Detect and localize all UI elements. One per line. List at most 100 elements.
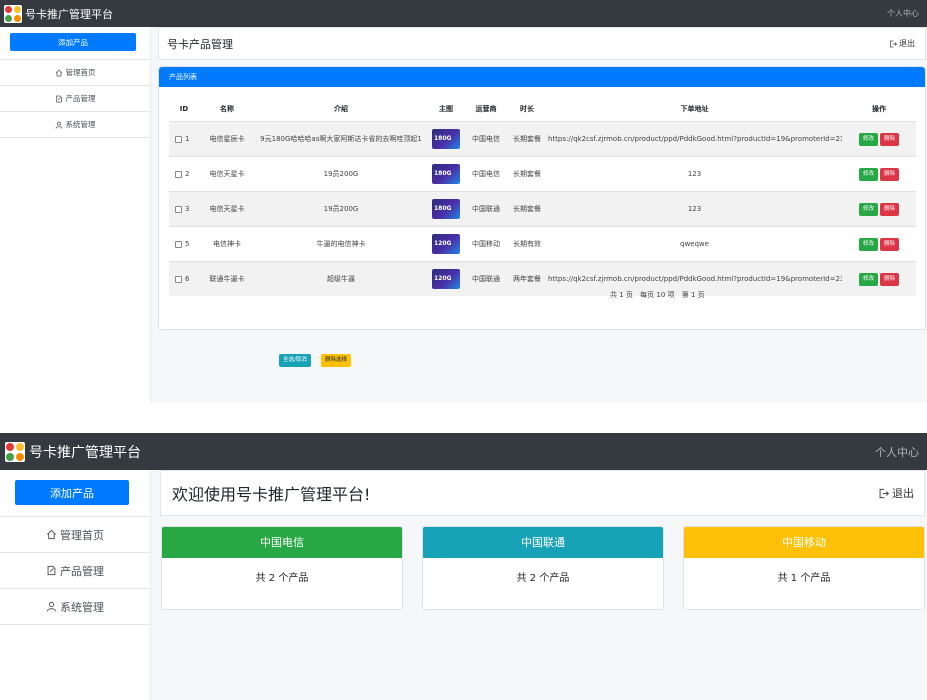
actions-cell: 修改 删除 — [842, 261, 916, 296]
edit-button[interactable]: 修改 — [858, 202, 878, 216]
id-cell: 1 — [169, 121, 199, 157]
delete-button[interactable]: 删除 — [880, 237, 900, 251]
url-cell: 123 — [547, 156, 842, 192]
logout-label: 退出 — [892, 487, 914, 500]
product-thumbnail: 180G — [432, 129, 460, 149]
image-cell: 120G — [427, 226, 465, 262]
edit-button[interactable]: 修改 — [858, 132, 878, 146]
name-cell: 联通牛逼卡 — [199, 261, 255, 296]
operator-card-title: 中国联通 — [423, 527, 663, 558]
delete-selected-button[interactable]: 删除选择 — [321, 354, 352, 367]
edit-button[interactable]: 修改 — [858, 272, 878, 286]
table-row: 1 电信星辰卡 9元180G哈哈哈as啊大家阿斯达卡省的去啊哇顶起1 180G … — [169, 121, 916, 157]
duration-cell: 长期套餐 — [507, 191, 547, 227]
delete-button[interactable]: 删除 — [880, 132, 900, 146]
dashboard-screen: 号卡推广管理平台 个人中心 添加产品 管理首页 产品管理 系统管理 欢迎使用号卡… — [0, 433, 927, 700]
image-cell: 120G — [427, 261, 465, 296]
app-title: 号卡推广管理平台 — [29, 444, 141, 461]
user-center-link[interactable]: 个人中心 — [875, 444, 919, 460]
delete-button[interactable]: 删除 — [880, 272, 900, 286]
sidebar-item-label: 产品管理 — [60, 564, 104, 578]
logout-button[interactable]: 退出 — [878, 485, 914, 501]
row-checkbox[interactable] — [175, 205, 182, 213]
operator-card-title: 中国电信 — [162, 527, 402, 558]
column-header: 操作 — [872, 105, 886, 113]
url-cell: 123 — [547, 191, 842, 227]
image-cell: 180G — [427, 121, 465, 157]
actions-cell: 修改 删除 — [842, 156, 916, 192]
operator-card-mobile[interactable]: 中国移动 共 1 个产品 — [683, 526, 925, 610]
edit-button[interactable]: 修改 — [858, 167, 878, 181]
row-checkbox[interactable] — [175, 275, 182, 283]
duration-cell: 长期有效 — [507, 226, 547, 262]
sidebar-item-home[interactable]: 管理首页 — [0, 517, 150, 553]
row-checkbox[interactable] — [175, 240, 182, 248]
column-header: 介绍 — [334, 105, 348, 113]
row-checkbox[interactable] — [175, 170, 182, 178]
column-header: ID — [179, 105, 189, 113]
row-id: 2 — [185, 170, 190, 178]
add-product-button[interactable]: 添加产品 — [15, 480, 129, 505]
pager-total-pages: 共 1 页 — [610, 291, 633, 299]
operator-card-count: 共 1 个产品 — [777, 573, 831, 584]
id-cell: 6 — [169, 261, 199, 296]
name-cell: 电信天星卡 — [199, 156, 255, 192]
sidebar-item-products[interactable]: 产品管理 — [0, 553, 150, 589]
sidebar-item-system[interactable]: 系统管理 — [0, 589, 150, 625]
name-cell: 电信天星卡 — [199, 191, 255, 227]
row-checkbox[interactable] — [175, 135, 182, 143]
product-table: ID 名称 介绍 主图 运营商 时长 下单地址 操作 1 电信星辰卡 9元180… — [169, 97, 916, 296]
sidebar: 添加产品 管理首页 产品管理 系统管理 — [0, 470, 151, 700]
add-product-button[interactable]: 添加产品 — [10, 33, 136, 51]
sidebar-item-label: 管理首页 — [65, 68, 96, 77]
table-header-row: ID 名称 介绍 主图 运营商 时长 下单地址 操作 — [169, 97, 916, 122]
sidebar-item-label: 系统管理 — [65, 120, 96, 129]
user-icon — [46, 601, 57, 612]
home-icon — [47, 529, 56, 540]
sidebar-menu: 管理首页 产品管理 系统管理 — [0, 516, 150, 625]
operator-card-telecom[interactable]: 中国电信 共 2 个产品 — [161, 526, 403, 610]
table-row: 3 电信天星卡 19员200G 180G 中国联通 长期套餐 123 修改 删除 — [169, 191, 916, 227]
select-all-button[interactable]: 全选/取消 — [279, 354, 311, 367]
url-cell: https://qk2csf.zjrmob.cn/product/ppd/Pdd… — [547, 121, 842, 157]
column-header: 名称 — [220, 105, 234, 113]
sidebar-menu: 管理首页 产品管理 系统管理 — [0, 59, 150, 138]
product-thumbnail: 180G — [432, 199, 460, 219]
logout-label: 退出 — [899, 39, 915, 48]
name-cell: 电信星辰卡 — [199, 121, 255, 157]
app-title: 号卡推广管理平台 — [25, 7, 113, 21]
row-id: 1 — [185, 135, 190, 143]
page-header: 号卡产品管理 退出 — [158, 27, 926, 60]
operator-card-count: 共 2 个产品 — [516, 573, 570, 584]
duration-cell: 两年套餐 — [507, 261, 547, 296]
table-row: 2 电信天星卡 19员200G 180G 中国电信 长期套餐 123 修改 删除 — [169, 156, 916, 192]
duration-cell: 长期套餐 — [507, 156, 547, 192]
operator-cell: 中国电信 — [465, 121, 507, 157]
brand[interactable]: 号卡推广管理平台 — [5, 441, 141, 462]
user-center-link[interactable]: 个人中心 — [887, 8, 919, 19]
sidebar-item-label: 系统管理 — [60, 600, 104, 614]
product-list-card: 产品列表 ID 名称 介绍 主图 运营商 时长 下单地址 操作 1 电信星辰卡 … — [158, 66, 926, 367]
logout-button[interactable]: 退出 — [889, 38, 915, 49]
operator-cell: 中国移动 — [465, 226, 507, 262]
sidebar-item-system[interactable]: 系统管理 — [0, 112, 150, 138]
actions-cell: 修改 删除 — [842, 121, 916, 157]
sidebar-item-home[interactable]: 管理首页 — [0, 60, 150, 86]
sidebar-item-products[interactable]: 产品管理 — [0, 86, 150, 112]
logout-icon — [879, 488, 889, 498]
operator-card-title: 中国移动 — [684, 527, 924, 558]
operator-card-unicom[interactable]: 中国联通 共 2 个产品 — [422, 526, 664, 610]
product-thumbnail: 180G — [432, 164, 460, 184]
product-management-screen: 号卡推广管理平台 个人中心 添加产品 管理首页 产品管理 系统管理 号卡产品管理… — [0, 0, 927, 403]
delete-button[interactable]: 删除 — [880, 167, 900, 181]
top-navbar: 号卡推广管理平台 个人中心 — [0, 433, 927, 470]
column-header: 时长 — [520, 105, 534, 113]
row-id: 6 — [185, 275, 190, 283]
app-logo-icon — [5, 441, 25, 462]
brand[interactable]: 号卡推广管理平台 — [4, 4, 113, 23]
operator-cell: 中国电信 — [465, 156, 507, 192]
delete-button[interactable]: 删除 — [880, 202, 900, 216]
home-icon — [55, 68, 62, 76]
sidebar-item-label: 产品管理 — [65, 94, 96, 103]
edit-button[interactable]: 修改 — [858, 237, 878, 251]
